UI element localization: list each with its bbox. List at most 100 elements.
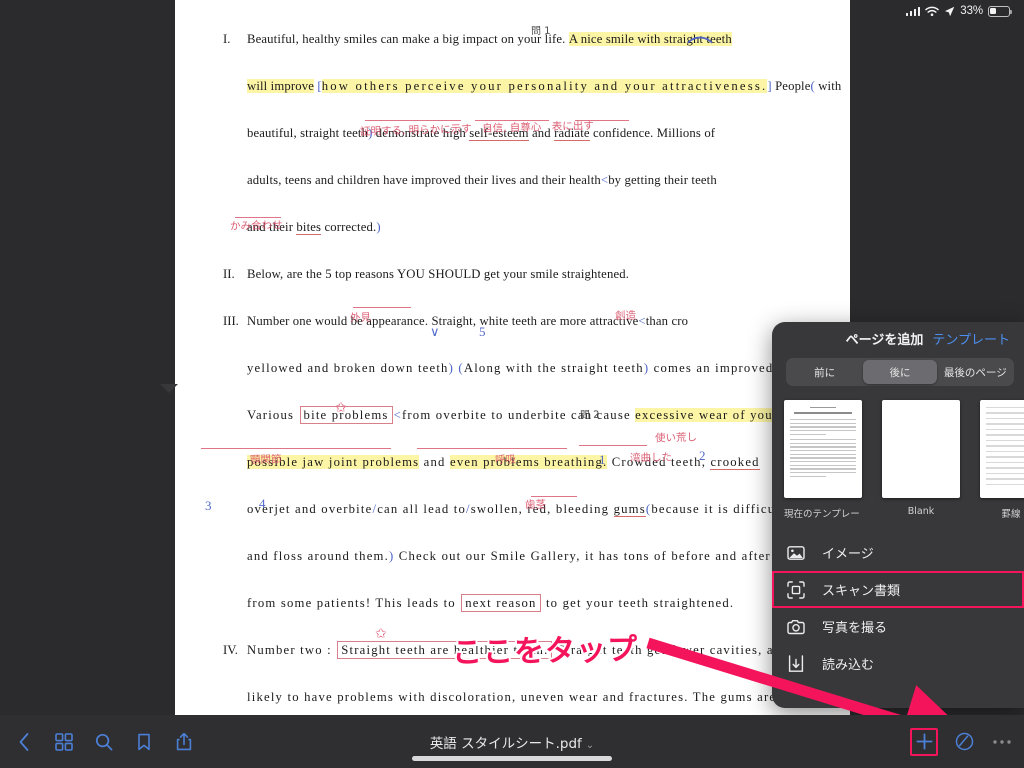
squiggle-underline xyxy=(235,213,281,218)
handwritten-note: 使い荒し xyxy=(654,431,698,445)
menu-item-label: スキャン書類 xyxy=(822,584,901,599)
template-thumbnail[interactable] xyxy=(882,400,960,498)
doc-line: adults, teens and children have improved… xyxy=(221,173,808,220)
toolbar-left-group xyxy=(0,730,196,754)
menu-item-scan-document[interactable]: スキャン書類 xyxy=(772,571,1024,608)
template-label: 罫線（B xyxy=(1001,509,1024,520)
doc-line: III. Number one would be appearance. Str… xyxy=(221,314,808,361)
star-mark: ✩ xyxy=(335,401,347,416)
paragraph-1: I. Beautiful, healthy smiles can make a … xyxy=(221,32,841,267)
doc-line-text: yellowed and broken down teeth) (Along w… xyxy=(247,361,774,375)
paragraph-3: III. Number one would be appearance. Str… xyxy=(221,314,808,643)
tap-here-label: ここをタップ xyxy=(450,630,641,672)
add-page-popup[interactable]: ページを追加 テンプレート 前に 後に 最後のページ 現在のテンプレート Bla… xyxy=(772,322,1024,708)
doc-line: II. Below, are the 5 top reasons YOU SHO… xyxy=(221,267,808,314)
scan-document-icon xyxy=(786,580,806,600)
segment-before[interactable]: 前に xyxy=(788,360,861,384)
doc-line: and floss around them.) Check out our Sm… xyxy=(221,549,808,596)
doc-line-text: Various bite problems <from overbite to u… xyxy=(247,406,779,424)
margin-number: 1 xyxy=(599,452,606,467)
template-label: 現在のテンプレート xyxy=(784,509,862,520)
margin-number: 4 xyxy=(259,496,266,511)
home-indicator xyxy=(412,756,612,761)
list-numeral: II. xyxy=(223,267,235,281)
popup-header: ページを追加 テンプレート xyxy=(772,322,1024,354)
template-thumbnail[interactable] xyxy=(784,400,862,498)
bookmark-icon[interactable] xyxy=(132,730,156,754)
template-option-blank[interactable]: Blank xyxy=(882,400,960,520)
menu-item-take-photo[interactable]: 写真を撮る xyxy=(772,608,1024,645)
curve-mark: ⌒ xyxy=(687,36,714,65)
list-numeral: III. xyxy=(223,314,239,328)
doc-line-text: Below, are the 5 top reasons YOU SHOULD … xyxy=(247,267,630,281)
chevron-down-icon[interactable]: ⌄ xyxy=(586,740,594,751)
app-root: 33% I. Beautiful, healthy smiles can mak… xyxy=(0,0,1024,768)
left-gutter xyxy=(0,0,175,715)
doc-line-text: and floss around them.) Check out our Sm… xyxy=(247,549,783,563)
doc-line-text: Beautiful, healthy smiles can make a big… xyxy=(247,32,732,46)
template-label: Blank xyxy=(907,506,935,517)
document-title: 英語 スタイルシート.pdf xyxy=(429,735,582,752)
pdf-text-content: I. Beautiful, healthy smiles can make a … xyxy=(175,0,850,715)
doc-line-text: will improve [how others perceive your p… xyxy=(247,79,842,93)
squiggle-underline xyxy=(531,492,577,497)
import-icon xyxy=(786,654,806,674)
template-thumbnail[interactable] xyxy=(980,400,1024,498)
handwritten-note: 歯茎 xyxy=(524,498,547,512)
margin-number: ∨ xyxy=(430,324,440,339)
doc-line-text: from some patients! This leads to next r… xyxy=(247,594,735,612)
squiggle-underline xyxy=(417,444,567,449)
add-page-menu[interactable]: イメージ スキャン書類 写真を撮る 読み込む xyxy=(772,534,1024,682)
camera-icon xyxy=(786,617,806,637)
squiggle-underline xyxy=(579,441,647,446)
segment-last-page[interactable]: 最後のページ xyxy=(939,360,1012,384)
squiggle-underline xyxy=(201,444,391,449)
more-options-icon[interactable] xyxy=(990,730,1014,754)
menu-item-label: 写真を撮る xyxy=(822,621,888,636)
menu-item-label: 読み込む xyxy=(822,658,875,673)
share-icon[interactable] xyxy=(172,730,196,754)
doc-line: overjet and overbite/can all lead to/swo… xyxy=(221,502,808,549)
template-link[interactable]: テンプレート xyxy=(932,329,1010,348)
list-numeral: I. xyxy=(223,32,231,46)
doc-line: yellowed and broken down teeth) (Along w… xyxy=(221,361,808,408)
boxed-phrase: next reason xyxy=(461,594,541,612)
template-option-current[interactable]: 現在のテンプレート xyxy=(784,400,862,520)
list-numeral: IV. xyxy=(223,643,238,657)
doc-line: likely to have problems with discolorati… xyxy=(221,690,835,715)
search-icon[interactable] xyxy=(92,730,116,754)
add-page-button[interactable] xyxy=(910,727,938,756)
doc-line-text: likely to have problems with discolorati… xyxy=(247,690,836,704)
squiggle-underline xyxy=(353,303,411,308)
squiggle-underline xyxy=(365,116,461,121)
squiggle-underline xyxy=(575,116,629,121)
margin-number: 3 xyxy=(205,498,212,513)
pdf-page[interactable]: I. Beautiful, healthy smiles can make a … xyxy=(175,0,850,715)
squiggle-underline xyxy=(475,116,549,121)
insert-position-segmented-control[interactable]: 前に 後に 最後のページ xyxy=(786,358,1014,386)
menu-item-import[interactable]: 読み込む xyxy=(772,645,1024,682)
handwritten-note: 創造 xyxy=(614,309,637,323)
margin-number: 5 xyxy=(479,324,486,339)
doc-line: and their bites corrected.) xyxy=(221,220,808,267)
menu-item-image[interactable]: イメージ xyxy=(772,534,1024,571)
paragraph-2: II. Below, are the 5 top reasons YOU SHO… xyxy=(221,267,808,314)
handwritten-note: 顎関節 xyxy=(249,453,282,467)
segment-after[interactable]: 後に xyxy=(863,360,937,384)
bottom-toolbar: 英語 スタイルシート.pdf ⌄ xyxy=(0,715,1024,768)
image-icon xyxy=(786,543,806,563)
doc-line: I. Beautiful, healthy smiles can make a … xyxy=(221,32,808,79)
star-mark: ✩ xyxy=(375,627,387,642)
note-marker: 問 2 xyxy=(579,409,600,422)
handwritten-note: 外見 xyxy=(349,311,372,325)
template-option-ruled[interactable]: 罫線（B xyxy=(980,400,1024,520)
edit-pen-icon[interactable] xyxy=(952,730,976,754)
menu-item-label: イメージ xyxy=(822,547,874,562)
back-chevron-icon[interactable] xyxy=(12,730,36,754)
handwritten-note: かみ合わせ xyxy=(229,219,283,233)
thumbnails-grid-icon[interactable] xyxy=(52,730,76,754)
toolbar-right-group xyxy=(910,727,1014,756)
popup-tail xyxy=(160,384,178,393)
template-thumbnail-list[interactable]: 現在のテンプレート Blank 罫線（B xyxy=(772,386,1024,520)
margin-number: 2 xyxy=(699,448,706,463)
